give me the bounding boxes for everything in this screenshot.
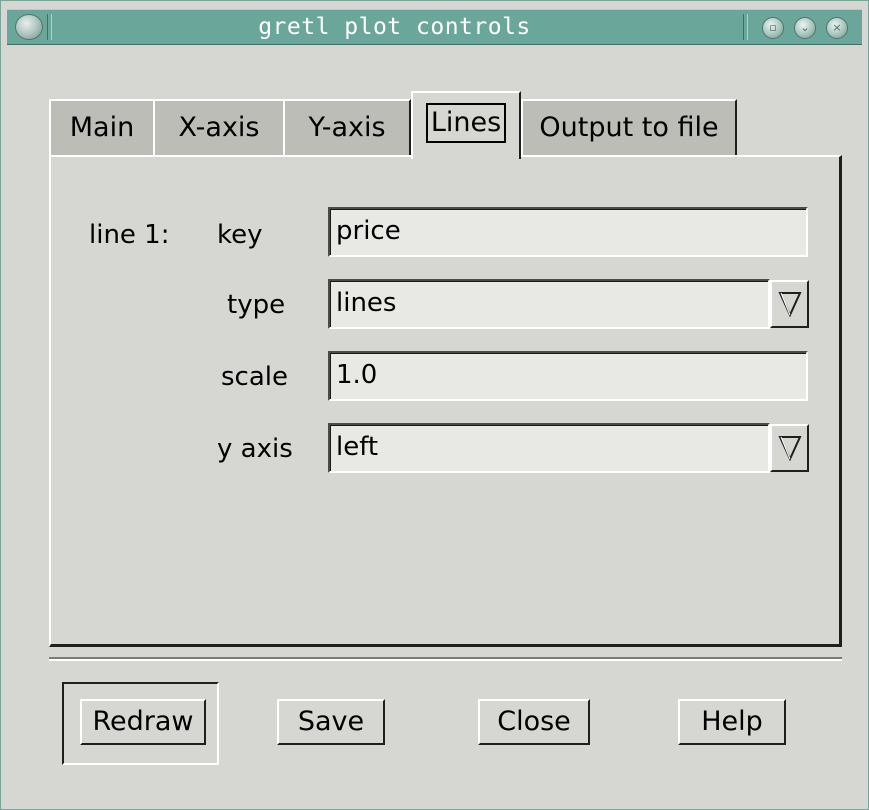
tab-label: Lines: [425, 103, 507, 143]
title-divider: [743, 14, 748, 40]
type-label: type: [227, 290, 286, 320]
tab-output-to-file[interactable]: Output to file: [521, 99, 737, 155]
redraw-button[interactable]: Redraw: [80, 699, 206, 745]
lines-tab-page: line 1: key price type lines scale 1.0 y…: [49, 155, 842, 647]
tab-label: Y-axis: [308, 112, 386, 143]
y-axis-dropdown-button[interactable]: [770, 424, 809, 472]
type-dropdown-button[interactable]: [770, 280, 809, 328]
key-label: key: [217, 220, 263, 250]
minimize-icon[interactable]: ▫: [762, 17, 784, 39]
action-area-separator: [49, 657, 842, 661]
tab-label: Main: [69, 112, 135, 143]
window-controls: ▫ ⌄ ×: [754, 14, 856, 40]
type-combo-entry[interactable]: lines: [328, 279, 770, 329]
close-icon[interactable]: ×: [826, 17, 848, 39]
plot-controls-window: gretl plot controls ▫ ⌄ × Main X-axis Y-…: [0, 0, 869, 810]
line-number-label: line 1:: [89, 220, 170, 250]
tab-main[interactable]: Main: [49, 99, 155, 155]
close-button[interactable]: Close: [478, 699, 590, 745]
y-axis-combo-entry[interactable]: left: [328, 423, 770, 473]
y-axis-label: y axis: [217, 434, 293, 464]
chevron-down-icon: [778, 436, 802, 462]
key-input[interactable]: price: [328, 207, 808, 257]
shade-icon[interactable]: ⌄: [794, 17, 816, 39]
scale-input[interactable]: 1.0: [328, 351, 808, 401]
window-title: gretl plot controls: [258, 14, 531, 40]
tab-label: Output to file: [539, 112, 719, 143]
tab-label: X-axis: [178, 112, 260, 143]
tab-y-axis[interactable]: Y-axis: [283, 99, 411, 155]
chevron-down-icon: [778, 292, 802, 318]
help-button[interactable]: Help: [678, 699, 786, 745]
title-bar[interactable]: gretl plot controls ▫ ⌄ ×: [7, 9, 862, 45]
tab-x-axis[interactable]: X-axis: [153, 99, 285, 155]
tab-lines[interactable]: Lines: [411, 91, 521, 159]
scale-label: scale: [221, 362, 288, 392]
window-menu-icon[interactable]: [15, 14, 43, 40]
save-button[interactable]: Save: [277, 699, 385, 745]
